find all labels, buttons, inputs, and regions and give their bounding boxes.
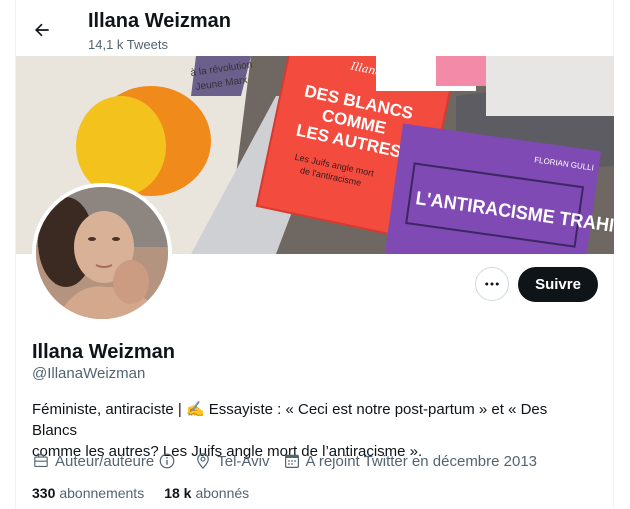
back-button[interactable] <box>26 14 58 46</box>
profile-stats: 330 abonnements 18 k abonnés <box>32 485 269 501</box>
avatar-photo <box>36 187 168 319</box>
location-label: Tel-Aviv <box>217 452 270 470</box>
profile-header: Illana Weizman 14,1 k Tweets <box>0 0 630 56</box>
location-pin-icon <box>197 453 210 469</box>
following-count: 330 <box>32 485 56 501</box>
arrow-left-icon <box>35 23 49 37</box>
profile-meta: Auteur/auteure Tel-Aviv A rejoint Twitte… <box>32 452 550 470</box>
followers-label: abonnés <box>195 485 250 501</box>
followers-link[interactable]: 18 k abonnés <box>164 485 249 501</box>
following-label: abonnements <box>59 485 145 501</box>
calendar-icon <box>284 454 299 468</box>
followers-count: 18 k <box>164 485 192 501</box>
more-options-button[interactable] <box>475 267 509 301</box>
bio-line: Féministe, antiraciste | ✍️ Essayiste : … <box>32 401 548 439</box>
tweet-count: 14,1 k Tweets <box>88 37 168 52</box>
more-horizontal-icon <box>485 282 499 286</box>
following-link[interactable]: 330 abonnements <box>32 485 144 501</box>
info-icon[interactable] <box>158 452 176 470</box>
profile-avatar[interactable] <box>32 183 172 323</box>
header-title: Illana Weizman <box>88 10 232 32</box>
category-label: Auteur/auteure <box>55 452 155 470</box>
follow-button[interactable]: Suivre <box>518 267 598 302</box>
location-item: Tel-Aviv <box>194 452 270 470</box>
profile-handle: @IllanaWeizman <box>32 365 146 382</box>
briefcase-icon <box>34 454 48 467</box>
join-date-label: A rejoint Twitter en décembre 2013 <box>305 452 538 470</box>
join-date-item: A rejoint Twitter en décembre 2013 <box>283 452 538 470</box>
category-item: Auteur/auteure <box>32 452 181 470</box>
profile-name: Illana Weizman <box>32 341 176 363</box>
